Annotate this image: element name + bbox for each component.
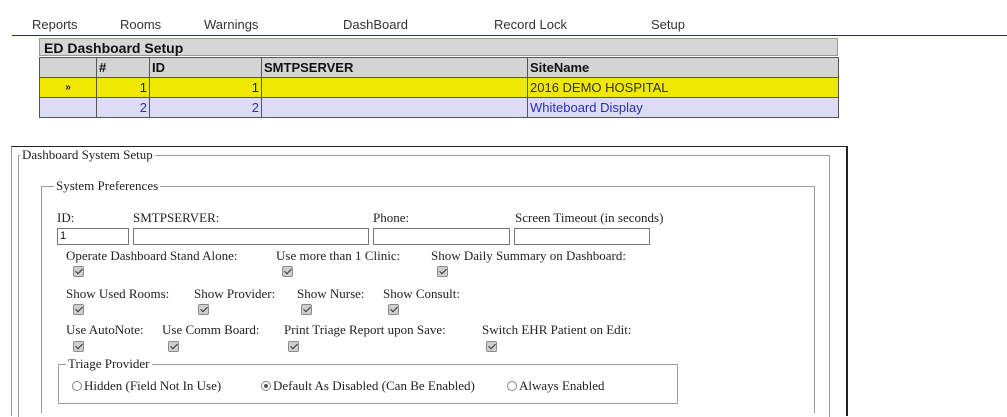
cell-id[interactable]: 1 [149,77,262,98]
phone-label: Phone: [373,210,410,225]
table-row[interactable]: » 1 1 2016 DEMO HOSPITAL [39,77,839,98]
show-consult-label: Show Consult: [383,286,460,301]
dashboard-system-setup-legend: Dashboard System Setup [20,147,155,163]
menu-dashboard[interactable]: DashBoard [343,17,408,32]
menu-setup[interactable]: Setup [651,17,685,32]
system-preferences-legend: System Preferences [54,178,161,194]
operate-standalone-label: Operate Dashboard Stand Alone: [66,248,238,263]
col-header-indicator [39,57,97,78]
triage-provider-legend: Triage Provider [66,356,152,372]
triage-always-enabled-label: Always Enabled [519,378,605,393]
triage-default-disabled-radio[interactable] [261,381,271,391]
row-indicator [39,97,97,118]
menu-rooms[interactable]: Rooms [120,17,161,32]
show-consult-checkbox[interactable] [388,304,399,315]
smtpserver-field[interactable] [133,228,369,245]
show-provider-label: Show Provider: [194,286,276,301]
operate-standalone-checkbox[interactable] [73,266,84,277]
show-used-rooms-checkbox[interactable] [73,304,84,315]
daily-summary-checkbox[interactable] [437,266,448,277]
triage-hidden-radio[interactable] [72,381,82,391]
dashboard-setup-grid: # ID SMTPSERVER SiteName » 1 1 2016 DEMO… [39,57,839,118]
menu-divider [12,35,1007,36]
switch-ehr-checkbox[interactable] [486,341,497,352]
row-indicator: » [39,77,97,98]
triage-always-enabled-radio[interactable] [507,381,517,391]
menu-record-lock[interactable]: Record Lock [494,17,567,32]
print-triage-checkbox[interactable] [288,341,299,352]
top-menu-bar: Reports Rooms Warnings DashBoard Record … [0,0,1007,36]
cell-sitename[interactable]: 2016 DEMO HOSPITAL [527,77,839,98]
phone-field[interactable] [373,228,510,245]
grid-title: ED Dashboard Setup [39,38,838,56]
cell-number[interactable]: 1 [96,77,150,98]
cell-smtpserver[interactable] [261,97,528,118]
menu-warnings[interactable]: Warnings [204,17,258,32]
col-header-sitename[interactable]: SiteName [527,57,839,78]
use-autonote-label: Use AutoNote: [66,322,144,337]
show-provider-checkbox[interactable] [198,304,209,315]
cell-number[interactable]: 2 [96,97,150,118]
multi-clinic-label: Use more than 1 Clinic: [276,248,401,263]
use-autonote-checkbox[interactable] [73,341,84,352]
screen-timeout-field[interactable] [514,228,650,245]
multi-clinic-checkbox[interactable] [282,266,293,277]
switch-ehr-label: Switch EHR Patient on Edit: [482,322,632,337]
use-comm-board-label: Use Comm Board: [162,322,260,337]
grid-header-row: # ID SMTPSERVER SiteName [39,57,839,78]
use-comm-board-checkbox[interactable] [168,341,179,352]
show-nurse-checkbox[interactable] [301,304,312,315]
col-header-id[interactable]: ID [149,57,262,78]
id-field[interactable]: 1 [57,228,129,245]
cell-sitename[interactable]: Whiteboard Display [527,97,839,118]
menu-reports[interactable]: Reports [32,17,78,32]
col-header-smtpserver[interactable]: SMTPSERVER [261,57,528,78]
col-header-number[interactable]: # [96,57,150,78]
cell-id[interactable]: 2 [149,97,262,118]
table-row[interactable]: 2 2 Whiteboard Display [39,97,839,118]
cell-smtpserver[interactable] [261,77,528,98]
daily-summary-label: Show Daily Summary on Dashboard: [431,248,626,263]
show-nurse-label: Show Nurse: [297,286,365,301]
triage-default-disabled-label: Default As Disabled (Can Be Enabled) [273,378,475,393]
show-used-rooms-label: Show Used Rooms: [66,286,170,301]
print-triage-label: Print Triage Report upon Save: [284,322,446,337]
smtpserver-label: SMTPSERVER: [133,210,220,225]
triage-hidden-label: Hidden (Field Not In Use) [84,378,222,393]
screen-timeout-label: Screen Timeout (in seconds) [515,210,664,225]
id-label: ID: [57,210,75,225]
